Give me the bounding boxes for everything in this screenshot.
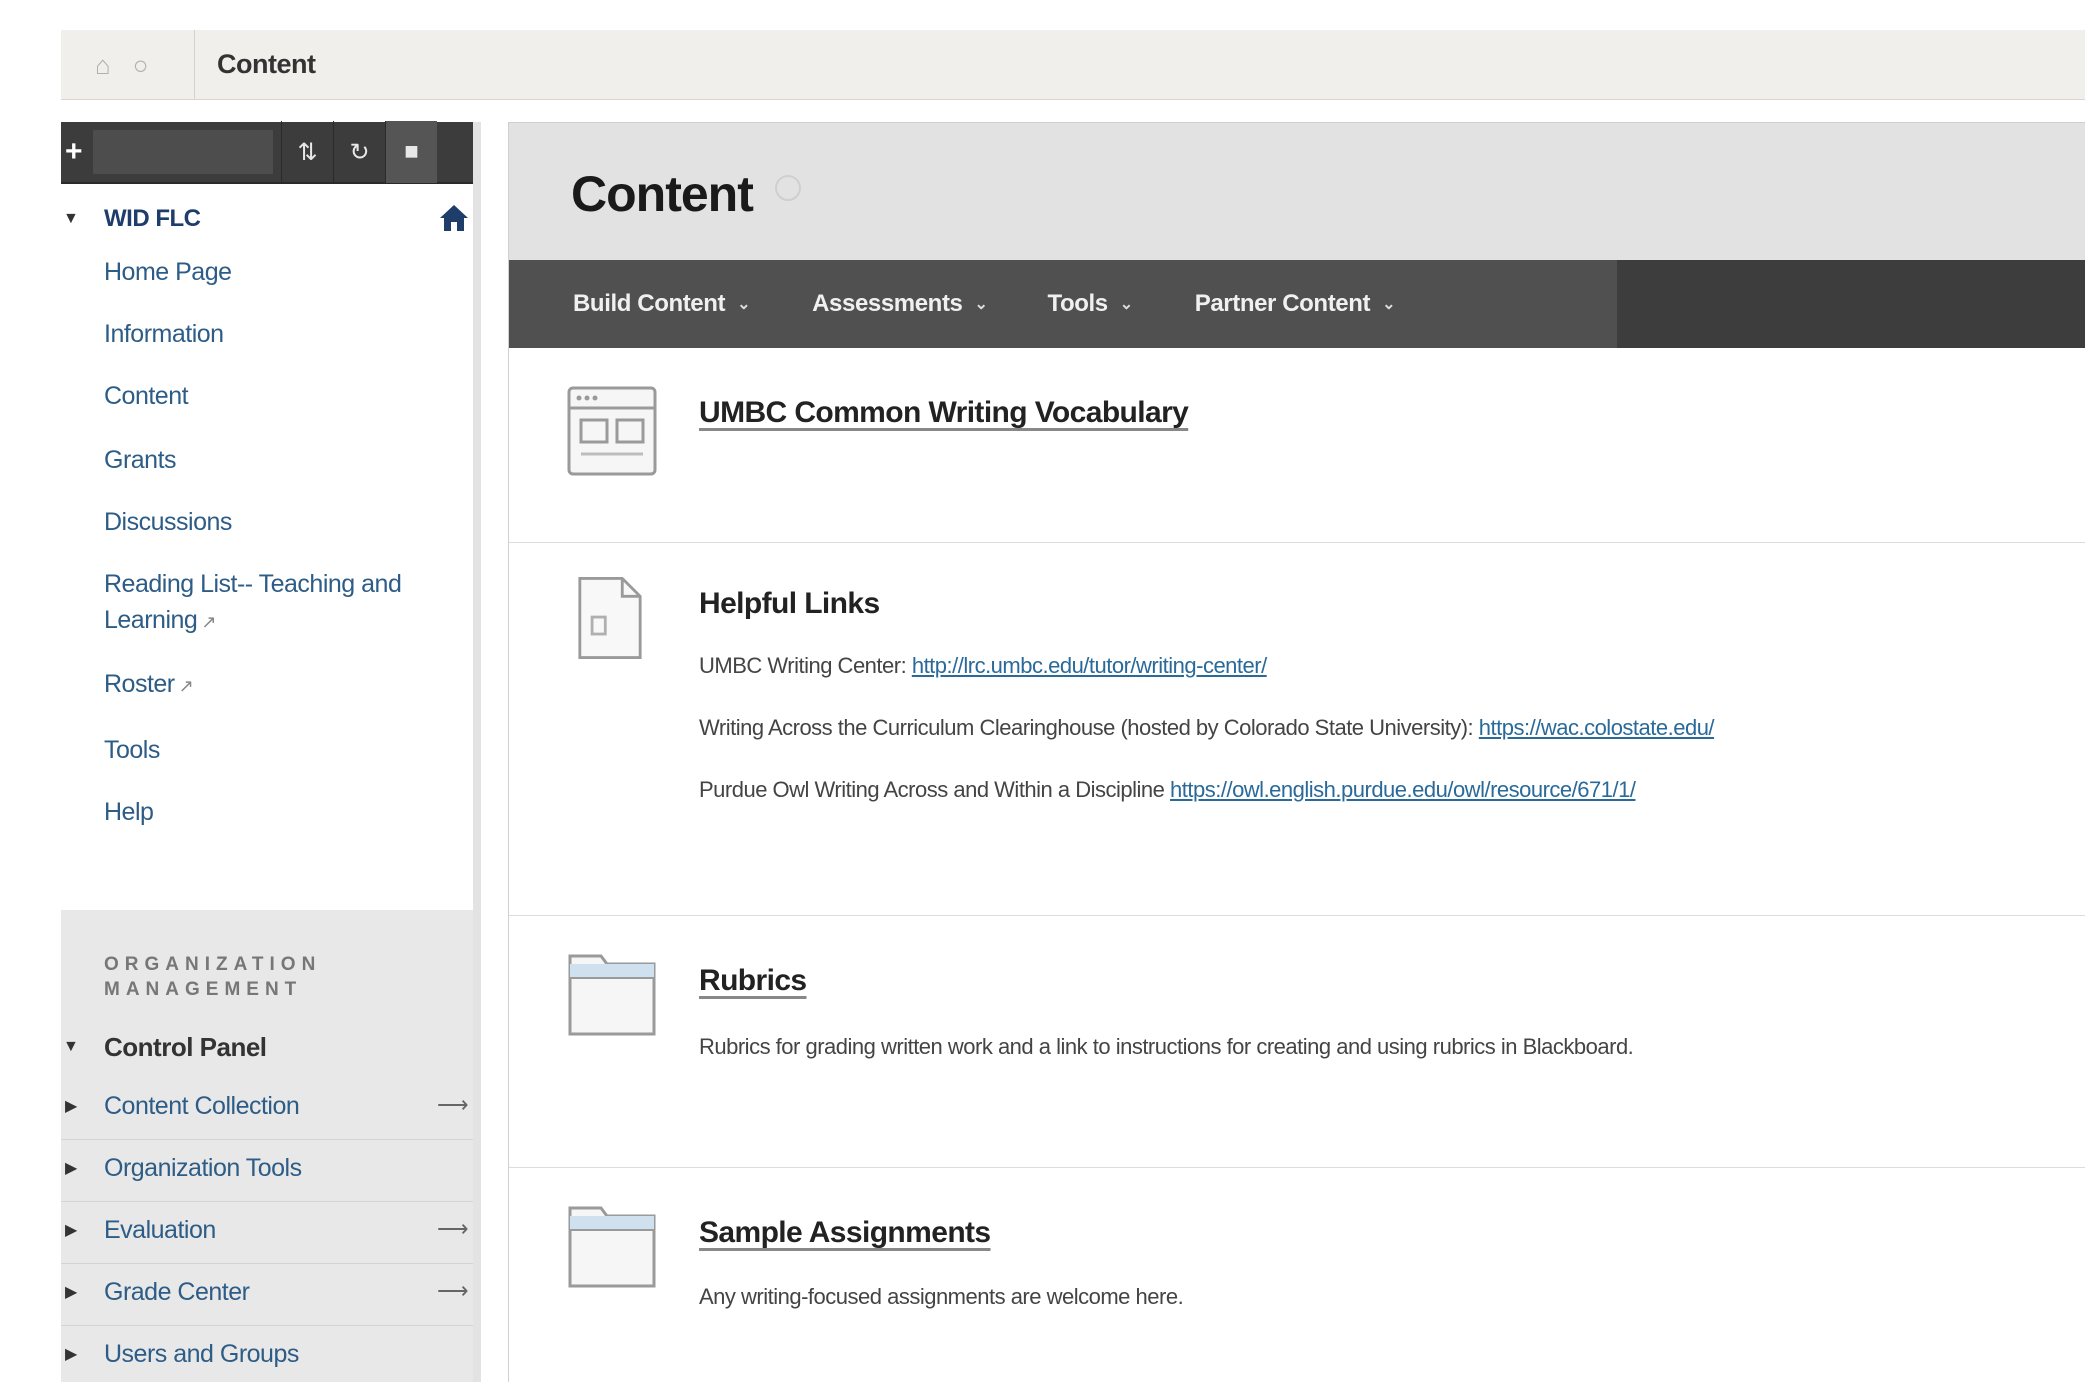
management-caption: ORGANIZATION MANAGEMENT bbox=[104, 954, 322, 1000]
link-line-writing-center: UMBC Writing Center: http://lrc.umbc.edu… bbox=[699, 653, 1267, 678]
toolbar-spacer bbox=[93, 130, 273, 174]
folder-icon bbox=[568, 954, 656, 1036]
expand-triangle-icon[interactable]: ▶ bbox=[65, 1096, 77, 1116]
menu-item-help[interactable]: Help bbox=[61, 794, 473, 856]
assessments-button[interactable]: Assessments ⌄ bbox=[812, 290, 988, 318]
breadcrumb-icons: ⌂ ○ bbox=[61, 30, 195, 99]
course-name[interactable]: WID FLC bbox=[104, 205, 201, 233]
control-item-organization-tools[interactable]: ▶ Organization Tools bbox=[61, 1140, 473, 1202]
arrow-right-icon[interactable]: ⟶ bbox=[437, 1216, 469, 1242]
control-item-grade-center[interactable]: ▶ Grade Center ⟶ bbox=[61, 1264, 473, 1326]
external-link-icon: ↗ bbox=[178, 676, 194, 696]
content-item-rubrics: Rubrics Rubrics for grading written work… bbox=[509, 916, 2085, 1168]
menu-item-discussions[interactable]: Discussions bbox=[61, 504, 473, 566]
chevron-down-icon: ⌄ bbox=[737, 296, 751, 313]
folder-view-icon[interactable]: ■ bbox=[385, 121, 437, 183]
partner-content-button[interactable]: Partner Content ⌄ bbox=[1195, 290, 1396, 318]
menu-item-grants[interactable]: Grants bbox=[61, 442, 473, 504]
menu-circle-icon[interactable]: ○ bbox=[133, 52, 149, 78]
reorder-icon[interactable]: ⇅ bbox=[281, 121, 333, 183]
build-content-button[interactable]: Build Content ⌄ bbox=[573, 290, 751, 318]
home-icon[interactable]: ⌂ bbox=[95, 52, 111, 78]
control-item-content-collection[interactable]: ▶ Content Collection ⟶ bbox=[61, 1078, 473, 1140]
menu-item-information[interactable]: Information bbox=[61, 316, 473, 378]
action-bar: Build Content ⌄ Assessments ⌄ Tools ⌄ Partn… bbox=[509, 260, 2085, 348]
content-item-helpful-links: Helpful Links UMBC Writing Center: http:… bbox=[509, 543, 2085, 916]
breadcrumb-bar: ⌂ ○ Content bbox=[61, 30, 2085, 100]
wac-clearinghouse-link[interactable]: https://wac.colostate.edu/ bbox=[1479, 715, 1715, 740]
chevron-down-icon: ⌄ bbox=[1119, 296, 1133, 313]
content-area: Content Build Content ⌄ Assessments ⌄ Tool… bbox=[508, 122, 2085, 1382]
content-module-icon bbox=[567, 386, 657, 476]
control-item-users-and-groups[interactable]: ▶ Users and Groups bbox=[61, 1326, 473, 1382]
organization-management-panel: ORGANIZATION MANAGEMENT ▼ Control Panel … bbox=[61, 910, 473, 1382]
arrow-right-icon[interactable]: ⟶ bbox=[437, 1092, 469, 1118]
link-line-wac-clearinghouse: Writing Across the Curriculum Clearingho… bbox=[699, 715, 1715, 740]
control-item-evaluation[interactable]: ▶ Evaluation ⟶ bbox=[61, 1202, 473, 1264]
chevron-down-icon: ⌄ bbox=[974, 296, 988, 313]
page-options-circle-icon[interactable] bbox=[775, 175, 801, 201]
content-items-list: UMBC Common Writing Vocabulary Helpful L… bbox=[509, 348, 2085, 1382]
menu-item-home-page[interactable]: Home Page bbox=[61, 254, 473, 316]
breadcrumb-current: Content bbox=[217, 49, 316, 79]
expand-triangle-icon[interactable]: ▶ bbox=[65, 1282, 77, 1302]
content-item-vocabulary: UMBC Common Writing Vocabulary bbox=[509, 348, 2085, 543]
tools-button[interactable]: Tools ⌄ bbox=[1048, 290, 1134, 318]
course-menu-list: Home Page Information Content Grants Dis… bbox=[61, 254, 473, 856]
action-bar-buttons: Build Content ⌄ Assessments ⌄ Tools ⌄ Partn… bbox=[509, 260, 1617, 348]
page-header: Content bbox=[509, 122, 2085, 260]
control-panel-header[interactable]: ▼ Control Panel bbox=[61, 1030, 473, 1070]
document-icon bbox=[578, 576, 642, 660]
add-menu-item-icon[interactable]: + bbox=[61, 135, 93, 169]
menu-item-roster[interactable]: Roster ↗ bbox=[61, 666, 473, 732]
arrow-right-icon[interactable]: ⟶ bbox=[437, 1278, 469, 1304]
expand-triangle-icon[interactable]: ▶ bbox=[65, 1158, 77, 1178]
folder-icon bbox=[568, 1206, 656, 1288]
external-link-icon: ↗ bbox=[201, 612, 216, 632]
menu-item-content[interactable]: Content bbox=[61, 378, 473, 442]
menu-item-reading-list[interactable]: Reading List-- Teaching and Learning ↗ bbox=[61, 566, 461, 666]
collapse-triangle-icon[interactable]: ▼ bbox=[63, 1038, 79, 1056]
item-description: Rubrics for grading written work and a l… bbox=[699, 1034, 1634, 1059]
item-title-link[interactable]: UMBC Common Writing Vocabulary bbox=[699, 396, 1189, 430]
content-item-sample-assignments: Sample Assignments Any writing-focused a… bbox=[509, 1168, 2085, 1382]
link-line-purdue-owl: Purdue Owl Writing Across and Within a D… bbox=[699, 777, 1636, 802]
control-panel-list: ▶ Content Collection ⟶ ▶ Organization To… bbox=[61, 1078, 473, 1382]
item-description: Any writing-focused assignments are welc… bbox=[699, 1284, 1184, 1309]
control-panel-label: Control Panel bbox=[104, 1032, 267, 1062]
item-title-link[interactable]: Sample Assignments bbox=[699, 1216, 991, 1250]
course-menu-toolbar: + ⇅ ↻ ■ bbox=[61, 121, 473, 184]
page-title: Content bbox=[571, 166, 754, 222]
item-title: Helpful Links bbox=[699, 587, 880, 620]
course-home-icon[interactable] bbox=[439, 204, 469, 232]
menu-item-tools[interactable]: Tools bbox=[61, 732, 473, 794]
item-title-link[interactable]: Rubrics bbox=[699, 964, 807, 998]
refresh-icon[interactable]: ↻ bbox=[333, 121, 385, 183]
chevron-down-icon: ⌄ bbox=[1382, 296, 1396, 313]
writing-center-link[interactable]: http://lrc.umbc.edu/tutor/writing-center… bbox=[912, 653, 1267, 678]
expand-triangle-icon[interactable]: ▶ bbox=[65, 1344, 77, 1364]
purdue-owl-link[interactable]: https://owl.english.purdue.edu/owl/resou… bbox=[1170, 777, 1636, 802]
collapse-triangle-icon[interactable]: ▼ bbox=[63, 210, 79, 228]
expand-triangle-icon[interactable]: ▶ bbox=[65, 1220, 77, 1240]
page: ⌂ ○ Content + ⇅ ↻ ■ ▼ WID FLC Home Page … bbox=[0, 0, 2085, 1382]
course-header[interactable]: ▼ WID FLC bbox=[61, 184, 473, 254]
course-menu: + ⇅ ↻ ■ ▼ WID FLC Home Page Information … bbox=[61, 121, 481, 1382]
